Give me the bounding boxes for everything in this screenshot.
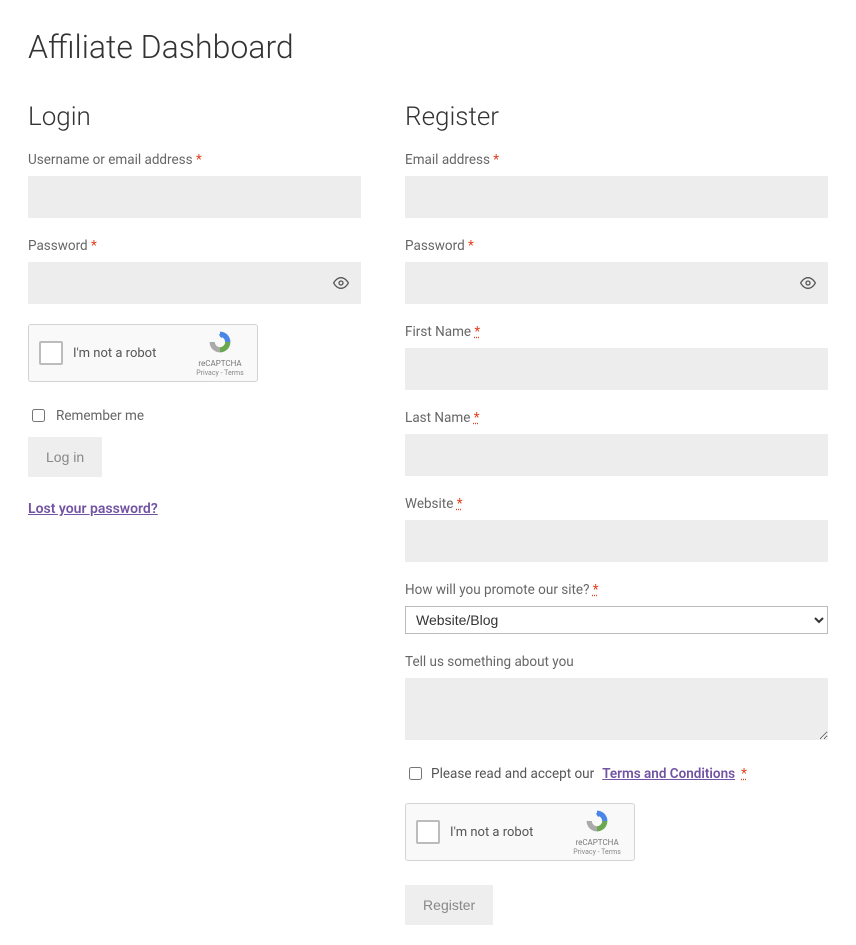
terms-required: * bbox=[741, 766, 747, 782]
recaptcha-label: I'm not a robot bbox=[450, 825, 570, 840]
login-section: Login Username or email address * Passwo… bbox=[28, 102, 361, 925]
register-password-input[interactable] bbox=[405, 262, 828, 304]
recaptcha-logo: reCAPTCHA Privacy - Terms bbox=[570, 808, 624, 856]
last-name-input[interactable] bbox=[405, 434, 828, 476]
login-recaptcha[interactable]: I'm not a robot reCAPTCHA Privacy - Term… bbox=[28, 324, 258, 382]
email-label: Email address * bbox=[405, 152, 828, 168]
eye-icon[interactable] bbox=[800, 275, 816, 291]
login-password-input[interactable] bbox=[28, 262, 361, 304]
login-password-label: Password * bbox=[28, 238, 361, 254]
terms-checkbox[interactable] bbox=[409, 767, 422, 780]
username-label: Username or email address * bbox=[28, 152, 361, 168]
register-heading: Register bbox=[405, 102, 828, 132]
terms-link[interactable]: Terms and Conditions bbox=[602, 766, 735, 782]
lost-password-link[interactable]: Lost your password? bbox=[28, 501, 158, 517]
register-section: Register Email address * Password * Firs… bbox=[405, 102, 828, 925]
recaptcha-label: I'm not a robot bbox=[73, 346, 193, 361]
promote-label: How will you promote our site? * bbox=[405, 582, 828, 598]
first-name-label: First Name * bbox=[405, 324, 828, 340]
register-button[interactable]: Register bbox=[405, 885, 493, 925]
recaptcha-logo: reCAPTCHA Privacy - Terms bbox=[193, 329, 247, 377]
about-label: Tell us something about you bbox=[405, 654, 828, 670]
login-button[interactable]: Log in bbox=[28, 437, 102, 477]
about-textarea[interactable] bbox=[405, 678, 828, 740]
page-title: Affiliate Dashboard bbox=[28, 28, 828, 66]
email-input[interactable] bbox=[405, 176, 828, 218]
register-recaptcha[interactable]: I'm not a robot reCAPTCHA Privacy - Term… bbox=[405, 803, 635, 861]
login-heading: Login bbox=[28, 102, 361, 132]
terms-text: Please read and accept our bbox=[431, 766, 594, 782]
remember-me-checkbox[interactable] bbox=[32, 409, 45, 422]
register-password-label: Password * bbox=[405, 238, 828, 254]
recaptcha-checkbox[interactable] bbox=[39, 341, 63, 365]
eye-icon[interactable] bbox=[333, 275, 349, 291]
remember-me-label: Remember me bbox=[56, 408, 144, 424]
promote-select[interactable]: Website/Blog bbox=[405, 606, 828, 634]
website-input[interactable] bbox=[405, 520, 828, 562]
website-label: Website * bbox=[405, 496, 828, 512]
recaptcha-checkbox[interactable] bbox=[416, 820, 440, 844]
first-name-input[interactable] bbox=[405, 348, 828, 390]
last-name-label: Last Name * bbox=[405, 410, 828, 426]
username-input[interactable] bbox=[28, 176, 361, 218]
